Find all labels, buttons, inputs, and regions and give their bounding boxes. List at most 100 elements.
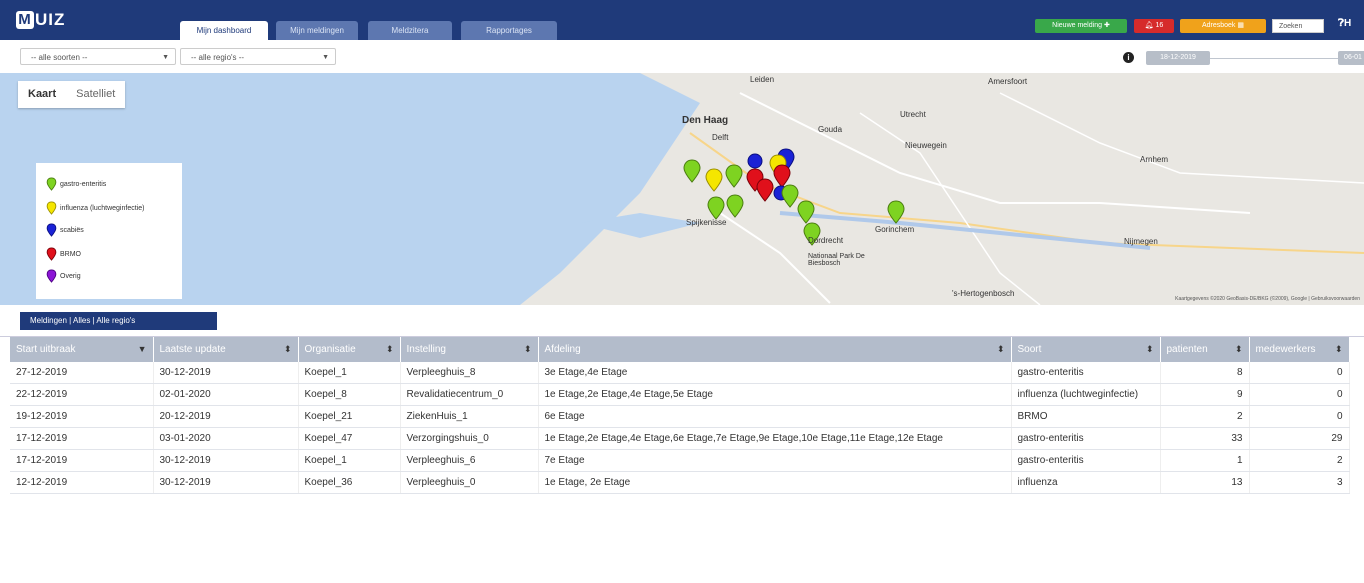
cell-patienten: 2 xyxy=(1160,405,1250,428)
map-label-spijkenisse: Spijkenisse xyxy=(686,218,727,227)
section-divider xyxy=(0,330,1364,337)
table-row[interactable]: 12-12-2019 30-12-2019 Koepel_36 Verpleeg… xyxy=(10,471,1350,494)
col-label: medewerkers xyxy=(1255,344,1316,355)
top-navbar: M UIZ Mijn dashboard Mijn meldingen Meld… xyxy=(0,0,1364,40)
col-soort[interactable]: Soort ⬍ xyxy=(1011,337,1161,362)
cell-medewerkers: 0 xyxy=(1249,362,1350,384)
map-type-satelliet[interactable]: Satelliet xyxy=(66,81,125,108)
cell-start: 17-12-2019 xyxy=(10,449,154,472)
alerts-button[interactable]: 🔔︎ 16 xyxy=(1134,19,1174,33)
bell-icon: 🔔︎ xyxy=(1144,22,1154,29)
cell-afdeling: 6e Etage xyxy=(538,405,1012,428)
info-icon[interactable]: i xyxy=(1123,52,1134,63)
legend-item: BRMO xyxy=(46,247,81,261)
col-label: Start uitbraak xyxy=(16,344,76,355)
map-label-dordrecht: Dordrecht xyxy=(808,236,844,245)
table-row[interactable]: 22-12-2019 02-01-2020 Koepel_8 Revalidat… xyxy=(10,383,1350,406)
map-legend: gastro-enteritis influenza (luchtweginfe… xyxy=(36,163,182,299)
tab-rapportages[interactable]: Rapportages xyxy=(461,21,557,40)
search-input[interactable]: Zoeken xyxy=(1272,19,1324,33)
map-copyright: Kaartgegevens ©2020 GeoBasis-DE/BKG (©20… xyxy=(1175,296,1360,302)
cell-instelling: Verpleeghuis_8 xyxy=(400,362,539,384)
new-report-label: Nieuwe melding xyxy=(1052,22,1102,29)
cell-organisatie: Koepel_8 xyxy=(298,383,401,406)
cell-soort: gastro-enteritis xyxy=(1011,362,1161,384)
species-select[interactable]: -- alle soorten -- ▼ xyxy=(20,48,176,65)
date-from-handle[interactable]: 18-12-2019 xyxy=(1146,51,1210,65)
map-pin-icon xyxy=(46,201,57,215)
col-laatste-update[interactable]: Laatste update ⬍ xyxy=(153,337,299,362)
col-medewerkers[interactable]: medewerkers ⬍ xyxy=(1249,337,1350,362)
region-select[interactable]: -- alle regio's -- ▼ xyxy=(180,48,336,65)
date-to-handle[interactable]: 06-01 xyxy=(1338,51,1364,65)
cell-instelling: Verpleeghuis_0 xyxy=(400,471,539,494)
table-row[interactable]: 19-12-2019 20-12-2019 Koepel_21 ZiekenHu… xyxy=(10,405,1350,428)
map-label-gorinchem: Gorinchem xyxy=(875,225,915,234)
tab-mijn-meldingen[interactable]: Mijn meldingen xyxy=(276,21,358,40)
cell-organisatie: Koepel_36 xyxy=(298,471,401,494)
cell-soort: BRMO xyxy=(1011,405,1161,428)
sort-icon: ⬍ xyxy=(1334,344,1343,354)
plus-circle-icon: ✚ xyxy=(1103,22,1110,29)
map-pin-icon xyxy=(46,223,57,237)
help-button[interactable]: ❓︎H xyxy=(1338,18,1351,29)
cell-soort: gastro-enteritis xyxy=(1011,449,1161,472)
cell-soort: gastro-enteritis xyxy=(1011,427,1161,450)
cell-instelling: ZiekenHuis_1 xyxy=(400,405,539,428)
cell-afdeling: 1e Etage,2e Etage,4e Etage,6e Etage,7e E… xyxy=(538,427,1012,450)
tab-meldzitera[interactable]: Meldzitera xyxy=(368,21,452,40)
cell-update: 30-12-2019 xyxy=(153,471,299,494)
legend-label: influenza (luchtweginfectie) xyxy=(60,204,145,212)
new-report-button[interactable]: Nieuwe melding ✚ xyxy=(1035,19,1127,33)
outbreak-map[interactable]: Kaart Satelliet Leiden Den Haag Amersfoo… xyxy=(0,73,1364,305)
map-label-utrecht: Utrecht xyxy=(900,110,926,119)
col-label: Laatste update xyxy=(159,344,226,355)
sort-icon: ⬍ xyxy=(283,344,292,354)
cell-start: 22-12-2019 xyxy=(10,383,154,406)
addressbook-button[interactable]: Adresboek ▦ xyxy=(1180,19,1266,33)
species-select-value: -- alle soorten -- xyxy=(31,53,88,62)
sort-icon: ⬍ xyxy=(385,344,394,354)
legend-label: gastro-enteritis xyxy=(60,180,107,188)
col-instelling[interactable]: Instelling ⬍ xyxy=(400,337,539,362)
cell-organisatie: Koepel_21 xyxy=(298,405,401,428)
sort-icon: ⬍ xyxy=(1145,344,1154,354)
cell-start: 12-12-2019 xyxy=(10,471,154,494)
col-start-uitbraak[interactable]: Start uitbraak ▼ xyxy=(10,337,154,362)
app-logo[interactable]: M UIZ xyxy=(16,10,65,30)
cell-afdeling: 1e Etage,2e Etage,4e Etage,5e Etage xyxy=(538,383,1012,406)
map-type-kaart[interactable]: Kaart xyxy=(18,81,66,108)
legend-item: gastro-enteritis xyxy=(46,177,106,191)
table-header-row: Start uitbraak ▼ Laatste update ⬍ Organisa… xyxy=(10,337,1350,362)
map-canvas[interactable] xyxy=(0,73,1364,305)
cell-patienten: 13 xyxy=(1160,471,1250,494)
cell-update: 03-01-2020 xyxy=(153,427,299,450)
col-patienten[interactable]: patienten ⬍ xyxy=(1160,337,1250,362)
table-row[interactable]: 17-12-2019 30-12-2019 Koepel_1 Verpleegh… xyxy=(10,449,1350,472)
col-organisatie[interactable]: Organisatie ⬍ xyxy=(298,337,401,362)
chevron-down-icon: ▼ xyxy=(322,54,329,61)
map-label-den-haag: Den Haag xyxy=(682,115,729,126)
sort-desc-icon: ▼ xyxy=(137,344,147,354)
tab-mijn-dashboard[interactable]: Mijn dashboard xyxy=(180,21,268,40)
cell-start: 17-12-2019 xyxy=(10,427,154,450)
cell-instelling: Revalidatiecentrum_0 xyxy=(400,383,539,406)
table-row[interactable]: 17-12-2019 03-01-2020 Koepel_47 Verzorgi… xyxy=(10,427,1350,450)
map-label-hertogenbosch: 's-Hertogenbosch xyxy=(952,289,1015,298)
legend-label: BRMO xyxy=(60,250,81,258)
cell-update: 30-12-2019 xyxy=(153,449,299,472)
table-row[interactable]: 27-12-2019 30-12-2019 Koepel_1 Verpleegh… xyxy=(10,362,1350,384)
cell-organisatie: Koepel_1 xyxy=(298,449,401,472)
map-label-delft: Delft xyxy=(712,133,729,142)
logo-text: UIZ xyxy=(35,10,66,29)
date-range-slider[interactable] xyxy=(1210,58,1338,59)
cell-update: 30-12-2019 xyxy=(153,362,299,384)
map-label-leiden: Leiden xyxy=(750,75,775,84)
sort-icon: ⬍ xyxy=(1234,344,1243,354)
meldingen-tab[interactable]: Meldingen | Alles | Alle regio's xyxy=(20,312,217,330)
cell-medewerkers: 3 xyxy=(1249,471,1350,494)
filter-bar: -- alle soorten -- ▼ -- alle regio's -- … xyxy=(0,40,1364,74)
col-afdeling[interactable]: Afdeling ⬍ xyxy=(538,337,1012,362)
sort-icon: ⬍ xyxy=(996,344,1005,354)
cell-start: 19-12-2019 xyxy=(10,405,154,428)
